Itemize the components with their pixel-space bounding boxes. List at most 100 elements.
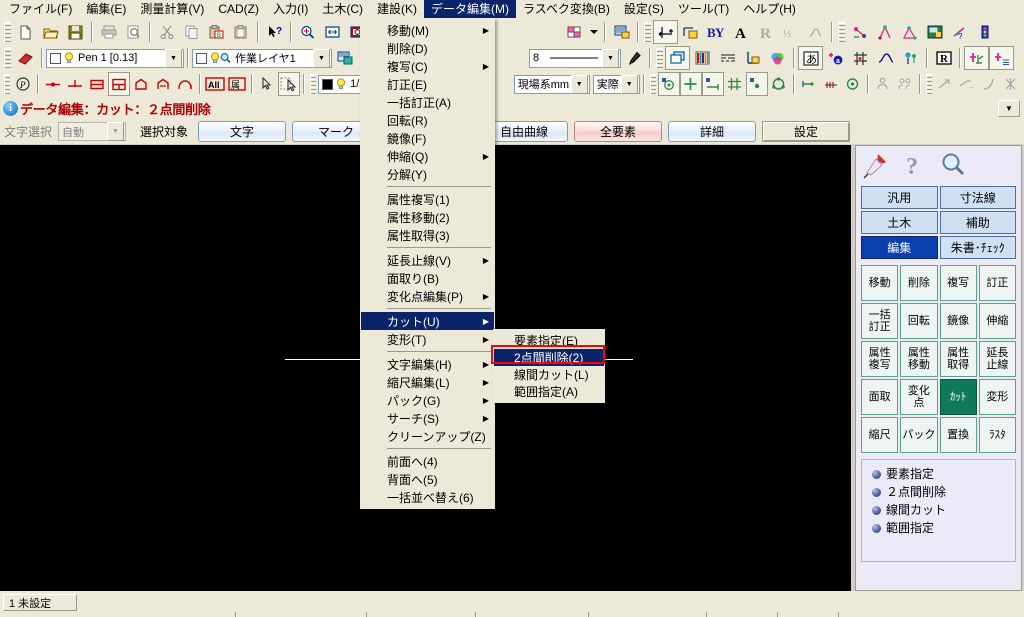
dropdown-item-20[interactable]: サーチ(S) ▶ (361, 409, 494, 427)
menu-item-10[interactable]: ツール(T) (671, 0, 736, 18)
grid-icon[interactable] (848, 46, 873, 70)
dropdown-item-23[interactable]: 背面へ(5) (361, 470, 494, 488)
rect-snap-icon[interactable] (108, 72, 131, 96)
menu-item-3[interactable]: CAD(Z) (211, 0, 266, 18)
panel-option-0[interactable]: 要素指定 (872, 465, 1015, 483)
cmdbar-button-0[interactable]: 文字 (198, 121, 287, 142)
dropdown-item-19[interactable]: パック(G) ▶ (361, 391, 494, 409)
layer-selector[interactable]: 作業レイヤ1 ▼ (192, 48, 332, 68)
zoom-window-icon[interactable] (295, 20, 320, 44)
dropdown-item-11[interactable]: 属性取得(3) (361, 226, 494, 244)
display-mode-selector[interactable]: 実際 ▼ (592, 74, 640, 94)
menu-item-4[interactable]: 入力(I) (266, 0, 315, 18)
dropdown-item-12[interactable]: 延長止線(V) ▶ (361, 251, 494, 269)
panel-command-12[interactable]: 面取 (861, 379, 899, 415)
survey-point-icon[interactable] (847, 20, 872, 44)
cmdbar-button-4[interactable]: 全要素 (574, 121, 663, 142)
panel-option-1[interactable]: ２点間削除 (872, 483, 1015, 501)
point-snap-icon[interactable] (745, 72, 768, 96)
submenu-item-2[interactable]: 線間カット(L) (494, 366, 604, 383)
collapse-panel-button[interactable]: ▼ (998, 99, 1020, 117)
add-point-icon[interactable] (964, 46, 989, 70)
panel-command-18[interactable]: 置換 (939, 417, 977, 453)
shape-fill-icon[interactable] (665, 46, 690, 70)
dropdown-item-17[interactable]: 文字編集(H) ▶ (361, 355, 494, 373)
text-style-icon[interactable]: BY (703, 20, 728, 44)
panel-option-2[interactable]: 線間カット (872, 501, 1015, 519)
axis-icon[interactable] (740, 46, 765, 70)
dropdown-item-10[interactable]: 属性移動(2) (361, 208, 494, 226)
panel-command-1[interactable]: 削除 (900, 265, 938, 301)
dropdown-item-0[interactable]: 移動(M) ▶ (361, 21, 494, 39)
submenu-item-1[interactable]: 2点間削除(2) (494, 349, 604, 366)
crosshair-snap-icon[interactable] (679, 72, 702, 96)
dropdown-item-13[interactable]: 面取り(B) (361, 269, 494, 287)
panel-command-19[interactable]: ﾗｽﾀ (978, 417, 1016, 453)
panel-command-9[interactable]: 属性 移動 (900, 341, 938, 377)
panel-command-13[interactable]: 変化点 (900, 379, 938, 415)
zoom-fit-icon[interactable] (320, 20, 345, 44)
layer-set-icon[interactable] (609, 20, 634, 44)
toolbar-grip[interactable] (309, 73, 317, 95)
panel-command-2[interactable]: 複写 (939, 265, 977, 301)
panel-command-11[interactable]: 延長 止線 (978, 341, 1016, 377)
add-row-icon[interactable] (989, 46, 1014, 70)
raster-ref-icon[interactable]: R (931, 46, 956, 70)
japanese-text-icon[interactable]: あ (798, 46, 823, 70)
traffic-icon[interactable] (972, 20, 997, 44)
center-snap-icon[interactable] (657, 72, 680, 96)
endpoint-snap-icon[interactable] (42, 72, 64, 96)
chevron-down-icon[interactable]: ▼ (620, 74, 638, 94)
menu-item-7[interactable]: データ編集(M) (424, 0, 516, 18)
submenu-item-3[interactable]: 範囲指定(A) (494, 383, 604, 400)
chevron-down-icon[interactable]: ▼ (107, 122, 125, 141)
open-file-icon[interactable] (38, 20, 63, 44)
palette-dropdown-icon[interactable] (587, 20, 601, 44)
text-place-icon[interactable]: a (823, 46, 848, 70)
chevron-down-icon[interactable]: ▼ (165, 48, 182, 68)
panel-command-15[interactable]: 変形 (978, 379, 1016, 415)
dimension-icon[interactable] (653, 20, 678, 44)
dropdown-item-6[interactable]: 鏡像(F) (361, 129, 494, 147)
angle-icon[interactable] (897, 20, 922, 44)
panel-command-7[interactable]: 伸縮 (978, 303, 1016, 339)
help-pointer-icon[interactable]: ? (262, 20, 287, 44)
chevron-down-icon[interactable]: ▼ (602, 48, 619, 68)
panel-command-5[interactable]: 回転 (900, 303, 938, 339)
grid-snap-icon[interactable] (724, 72, 746, 96)
all-snap-icon[interactable]: All (204, 72, 226, 96)
save-icon[interactable] (63, 20, 88, 44)
curve-snap-icon[interactable] (174, 72, 196, 96)
dropdown-item-15[interactable]: カット(U) ▶ (361, 312, 494, 330)
panel-mode-3[interactable]: 補助 (939, 211, 1016, 234)
toolbar-grip[interactable] (925, 73, 932, 95)
layer-manager-icon[interactable] (332, 46, 357, 70)
panel-command-8[interactable]: 属性 複写 (861, 341, 899, 377)
center-circle-snap-icon[interactable] (842, 72, 864, 96)
dim-edit-icon[interactable] (678, 20, 703, 44)
dropdown-item-16[interactable]: 変形(T) ▶ (361, 330, 494, 348)
menu-item-0[interactable]: ファイル(F) (2, 0, 79, 18)
chevron-down-icon[interactable]: ▼ (313, 48, 330, 68)
dropdown-item-9[interactable]: 属性複写(1) (361, 190, 494, 208)
panel-command-14[interactable]: ｶｯﾄ (939, 379, 977, 415)
measure-icon[interactable]: ? (947, 20, 972, 44)
dropdown-item-21[interactable]: クリーンアップ(Z) (361, 427, 494, 445)
image-icon[interactable] (922, 20, 947, 44)
menu-item-9[interactable]: 設定(S) (617, 0, 671, 18)
panel-command-4[interactable]: 一括 訂正 (861, 303, 899, 339)
new-file-icon[interactable] (13, 20, 38, 44)
panel-command-10[interactable]: 属性 取得 (939, 341, 977, 377)
submenu-item-0[interactable]: 要素指定(E) (494, 332, 604, 349)
menu-item-6[interactable]: 建設(K) (370, 0, 424, 18)
dropdown-item-2[interactable]: 複写(C) ▶ (361, 57, 494, 75)
dropdown-item-1[interactable]: 削除(D) (361, 39, 494, 57)
dropdown-item-4[interactable]: 一括訂正(A) (361, 93, 494, 111)
line-end-snap-icon[interactable] (701, 72, 724, 96)
dropdown-item-8[interactable]: 分解(Y) (361, 165, 494, 183)
box-select-icon[interactable] (278, 72, 301, 96)
attribute-snap-icon[interactable]: 属 (226, 72, 248, 96)
symbol-icon[interactable] (898, 46, 923, 70)
panel-option-3[interactable]: 範囲指定 (872, 519, 1015, 537)
line-snap-icon[interactable] (86, 72, 108, 96)
